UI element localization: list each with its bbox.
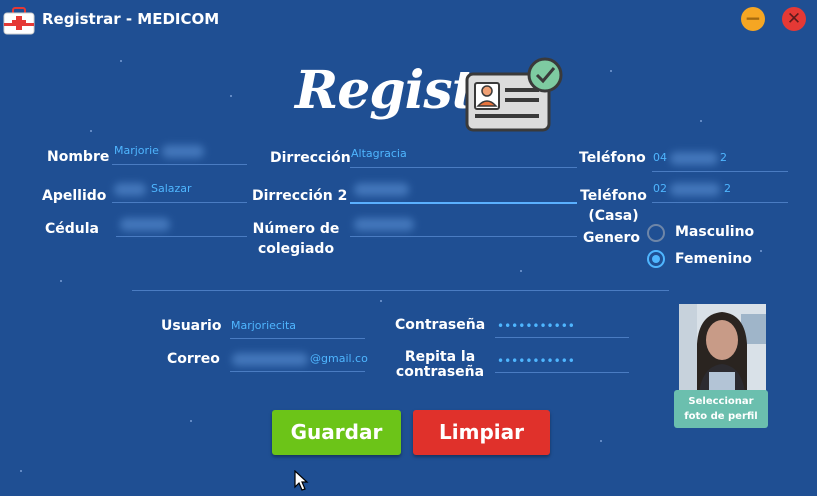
close-icon: ✕: [786, 9, 802, 29]
nombre-value: Marjorie: [114, 144, 159, 157]
redacted-text: [162, 145, 204, 158]
radio-masculino-label: Masculino: [675, 224, 755, 240]
section-divider: [132, 290, 669, 291]
direccion-field[interactable]: Altagracia: [350, 145, 577, 168]
usuario-label: Usuario: [161, 318, 222, 334]
direccion2-field[interactable]: [350, 180, 577, 204]
contrasena-value: •••••••••••: [497, 319, 575, 333]
minimize-button[interactable]: −: [741, 7, 765, 31]
redacted-text: [232, 353, 308, 366]
redacted-text: [670, 152, 718, 165]
minimize-icon: −: [744, 6, 762, 30]
telefono-label: Teléfono: [579, 150, 646, 166]
redacted-text: [114, 183, 146, 196]
direccion-label: Dirrección: [270, 150, 351, 166]
telefono-casa-field[interactable]: 02 2: [652, 180, 788, 203]
telefono-casa-label: Teléfono (Casa): [580, 188, 647, 224]
radio-masculino[interactable]: [647, 224, 665, 242]
redacted-text: [670, 183, 720, 196]
telefono-prefix: 04: [653, 151, 667, 164]
first-aid-kit-icon: [3, 7, 35, 35]
window-title: Registrar - MEDICOM: [42, 10, 220, 28]
numero-colegiado-field[interactable]: [350, 214, 577, 237]
mouse-cursor-icon: [294, 470, 309, 491]
repita-contrasena-label: Repita la contraseña: [395, 349, 485, 380]
usuario-field[interactable]: Marjoriecita: [230, 316, 365, 339]
correo-suffix: @gmail.co: [310, 352, 368, 365]
usuario-value: Marjoriecita: [231, 319, 297, 332]
clear-button[interactable]: Limpiar: [413, 410, 550, 455]
title-bar[interactable]: Registrar - MEDICOM − ✕: [0, 0, 817, 38]
select-photo-line2: foto de perfil: [684, 411, 758, 422]
radio-femenino[interactable]: [647, 250, 665, 268]
contrasena-label: Contraseña: [395, 317, 486, 333]
telefono-field[interactable]: 04 2: [652, 149, 788, 172]
telefono-casa-prefix: 02: [653, 182, 667, 195]
repita-contrasena-value: •••••••••••: [497, 354, 575, 368]
apellido-field[interactable]: Salazar: [112, 180, 247, 203]
direccion-value: Altagracia: [351, 147, 407, 160]
profile-photo: [679, 304, 766, 392]
id-card-check-icon: [465, 57, 563, 132]
nombre-field[interactable]: Marjorie: [112, 142, 247, 165]
numero-colegiado-label: Número de colegiado: [252, 221, 340, 257]
apellido-value: Salazar: [151, 182, 192, 195]
contrasena-field[interactable]: •••••••••••: [495, 315, 629, 338]
redacted-text: [354, 183, 409, 196]
save-button[interactable]: Guardar: [272, 410, 401, 455]
repita-contrasena-field[interactable]: •••••••••••: [495, 350, 629, 373]
registration-window: Registrar - MEDICOM − ✕ Registro Nombre …: [0, 0, 817, 496]
direccion2-label: Dirrección 2: [252, 188, 348, 204]
apellido-label: Apellido: [42, 188, 107, 204]
cedula-label: Cédula: [45, 221, 100, 237]
nombre-label: Nombre: [47, 149, 110, 165]
profile-photo-image: [679, 304, 766, 392]
cedula-field[interactable]: [116, 214, 247, 237]
telefono-suffix: 2: [720, 151, 727, 164]
telefono-casa-suffix: 2: [724, 182, 731, 195]
radio-femenino-label: Femenino: [675, 251, 752, 267]
correo-field[interactable]: @gmail.co: [230, 349, 368, 372]
correo-label: Correo: [167, 351, 220, 367]
select-photo-line1: Seleccionar: [688, 396, 754, 407]
close-button[interactable]: ✕: [782, 7, 806, 31]
redacted-text: [120, 218, 170, 231]
genero-label: Genero: [583, 230, 640, 246]
redacted-text: [354, 218, 414, 231]
select-photo-button[interactable]: Seleccionar foto de perfil: [674, 390, 768, 428]
